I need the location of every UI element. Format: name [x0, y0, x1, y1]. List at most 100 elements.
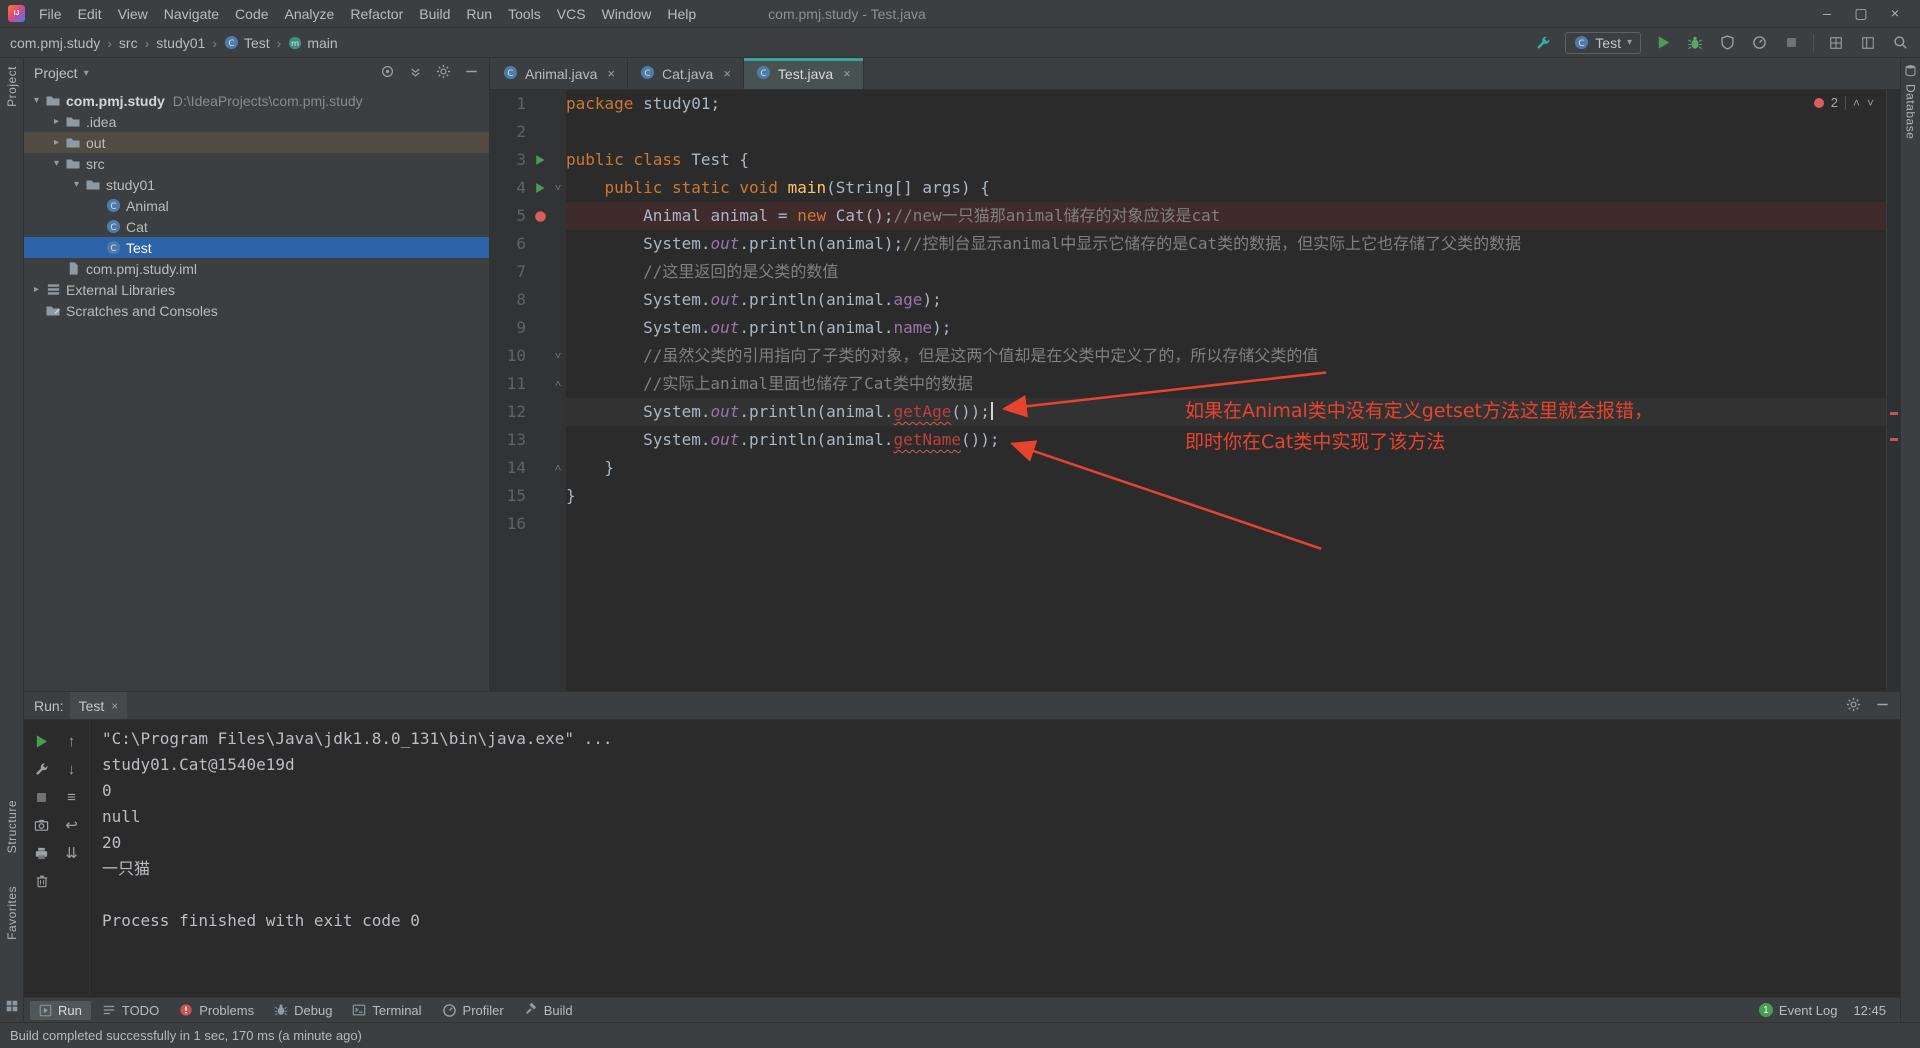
toolwindow-debug[interactable]: Debug	[265, 1001, 341, 1020]
inspection-widget[interactable]: 2 ˄ ˅	[1813, 95, 1874, 110]
line-number[interactable]: 15	[490, 482, 530, 510]
tree-item-Scratches and Consoles[interactable]: Scratches and Consoles	[24, 300, 489, 321]
breadcrumb-Test[interactable]: C Test	[224, 35, 270, 51]
menu-view[interactable]: View	[110, 0, 156, 27]
prev-error-icon[interactable]: ˄	[1853, 96, 1860, 110]
tree-item-.idea[interactable]: ▸ .idea	[24, 111, 489, 132]
screenshot-icon[interactable]	[31, 812, 53, 838]
settings-icon[interactable]	[31, 756, 53, 782]
line-number[interactable]: 14	[490, 454, 530, 482]
line-number[interactable]: 2	[490, 118, 530, 146]
search-icon[interactable]	[1890, 33, 1910, 53]
close-tab-icon[interactable]: ×	[111, 699, 118, 713]
toolwindow-terminal[interactable]: Terminal	[343, 1001, 430, 1020]
tree-arrow-icon[interactable]: ▸	[50, 137, 63, 148]
stack-up-icon[interactable]: ↑	[61, 728, 83, 754]
toolwindow-profiler[interactable]: Profiler	[433, 1001, 513, 1020]
hide-panel-icon[interactable]	[464, 64, 479, 82]
line-number[interactable]: 9	[490, 314, 530, 342]
code-text[interactable]: System.out.println(animal.age);	[566, 286, 1886, 314]
toolwindow-todo[interactable]: TODO	[93, 1001, 168, 1020]
close-button[interactable]: ×	[1878, 5, 1912, 22]
code-editor[interactable]: 1 package study01; 2 3 public class Test { 4 ˅…	[490, 90, 1886, 691]
grid-icon[interactable]	[1826, 33, 1846, 53]
line-number[interactable]: 11	[490, 370, 530, 398]
close-tab-icon[interactable]: ×	[843, 66, 851, 81]
tree-arrow-icon[interactable]: ▸	[30, 284, 43, 295]
code-text[interactable]: Animal animal = new Cat();//new一只猫那anima…	[566, 202, 1886, 230]
error-stripe[interactable]	[1886, 90, 1900, 691]
fold-marker-icon[interactable]: ˅	[550, 342, 566, 370]
tree-item-out[interactable]: ▸ out	[24, 132, 489, 153]
menu-tools[interactable]: Tools	[500, 0, 549, 27]
run-marker-icon[interactable]	[530, 146, 550, 174]
fold-marker-icon[interactable]: ˄	[550, 370, 566, 398]
code-text[interactable]: //实际上animal里面也储存了Cat类中的数据	[566, 370, 1886, 398]
menu-vcs[interactable]: VCS	[549, 0, 594, 27]
breadcrumb-src[interactable]: src	[119, 35, 138, 51]
line-number[interactable]: 3	[490, 146, 530, 174]
menu-edit[interactable]: Edit	[70, 0, 110, 27]
code-text[interactable]: public static void main(String[] args) {	[566, 174, 1886, 202]
tree-arrow-icon[interactable]: ▾	[30, 95, 43, 106]
error-mark[interactable]	[1890, 412, 1898, 415]
stack-down-icon[interactable]: ↓	[61, 756, 83, 782]
chevron-down-icon[interactable]: ▾	[84, 68, 89, 79]
close-tab-icon[interactable]: ×	[607, 66, 615, 81]
line-number[interactable]: 7	[490, 258, 530, 286]
tree-item-com.pmj.study[interactable]: ▾ com.pmj.study D:\IdeaProjects\com.pmj.st…	[24, 90, 489, 111]
line-number[interactable]: 5	[490, 202, 530, 230]
database-tool-tab[interactable]: Database	[1904, 64, 1918, 139]
code-text[interactable]: //虽然父类的引用指向了子类的对象，但是这两个值却是在父类中定义了的，所以存储父…	[566, 342, 1886, 370]
code-text[interactable]	[566, 118, 1886, 146]
menu-navigate[interactable]: Navigate	[156, 0, 227, 27]
line-number[interactable]: 12	[490, 398, 530, 426]
code-text[interactable]: }	[566, 482, 1886, 510]
fold-marker-icon[interactable]: ˅	[550, 174, 566, 202]
tree-item-Test[interactable]: C Test	[24, 237, 489, 258]
code-text[interactable]: package study01;	[566, 90, 1886, 118]
stop-icon[interactable]	[31, 784, 53, 810]
tree-item-com.pmj.study.iml[interactable]: com.pmj.study.iml	[24, 258, 489, 279]
scroll-end-icon[interactable]: ⇊	[61, 840, 83, 866]
layout-icon[interactable]	[1858, 33, 1878, 53]
toolwindow-run[interactable]: Run	[30, 1000, 91, 1020]
gear-icon[interactable]	[436, 64, 451, 82]
tree-item-study01[interactable]: ▾ study01	[24, 174, 489, 195]
menu-file[interactable]: File	[31, 0, 70, 27]
maximize-button[interactable]: ▢	[1844, 5, 1878, 22]
close-tab-icon[interactable]: ×	[723, 66, 731, 81]
next-error-icon[interactable]: ˅	[1867, 96, 1874, 110]
profiler-button[interactable]	[1749, 33, 1769, 53]
toolwindow-switcher-icon[interactable]	[5, 999, 19, 1016]
run-marker-icon[interactable]	[530, 174, 550, 202]
line-number[interactable]: 1	[490, 90, 530, 118]
tree-item-External Libraries[interactable]: ▸ External Libraries	[24, 279, 489, 300]
menu-window[interactable]: Window	[594, 0, 660, 27]
console-output[interactable]: "C:\Program Files\Java\jdk1.8.0_131\bin\…	[90, 720, 1900, 997]
clear-icon[interactable]	[31, 868, 53, 894]
structure-tool-tab[interactable]: Structure	[5, 800, 19, 856]
minimize-button[interactable]: –	[1810, 5, 1844, 22]
toolwindow-build[interactable]: Build	[515, 1001, 582, 1020]
tree-arrow-icon[interactable]: ▾	[50, 158, 63, 169]
rerun-icon[interactable]	[31, 728, 53, 754]
tree-arrow-icon[interactable]: ▾	[70, 179, 83, 190]
menu-refactor[interactable]: Refactor	[342, 0, 411, 27]
event-log-button[interactable]: 1 Event Log	[1758, 1003, 1837, 1018]
project-tool-tab[interactable]: Project	[5, 66, 19, 110]
favorites-tool-tab[interactable]: Favorites	[5, 886, 19, 943]
line-number[interactable]: 10	[490, 342, 530, 370]
line-number[interactable]: 4	[490, 174, 530, 202]
soft-wrap-icon[interactable]: ↩	[61, 812, 83, 838]
code-text[interactable]: System.out.println(animal);//控制台显示animal…	[566, 230, 1886, 258]
console-menu-icon[interactable]: ≡	[61, 784, 83, 810]
locate-file-icon[interactable]	[380, 64, 395, 82]
breakpoint-icon[interactable]	[530, 202, 550, 230]
code-text[interactable]: System.out.println(animal.name);	[566, 314, 1886, 342]
breadcrumb-study01[interactable]: study01	[156, 35, 205, 51]
code-text[interactable]: public class Test {	[566, 146, 1886, 174]
run-button[interactable]	[1653, 33, 1673, 53]
tree-item-Animal[interactable]: C Animal	[24, 195, 489, 216]
code-text[interactable]: }	[566, 454, 1886, 482]
